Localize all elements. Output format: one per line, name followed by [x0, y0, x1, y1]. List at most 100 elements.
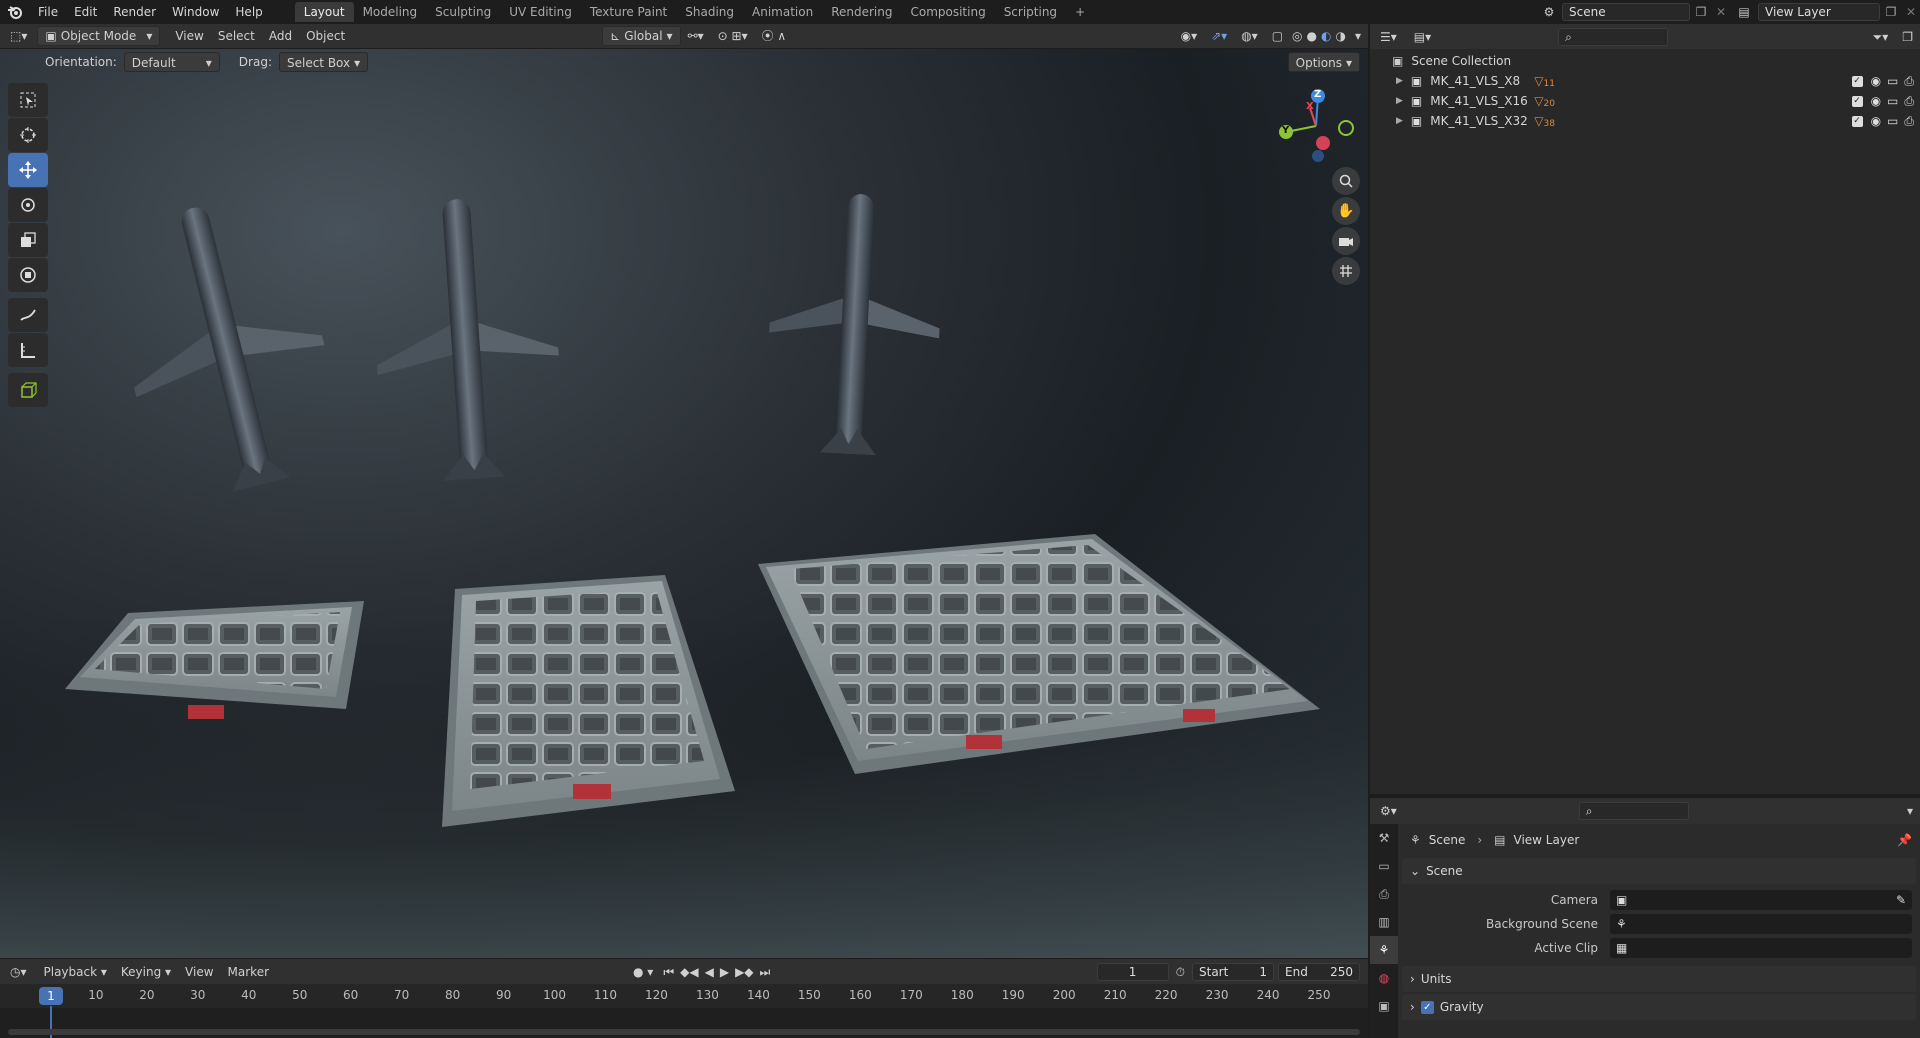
view-layer-icon[interactable]: ▤	[1730, 5, 1758, 19]
editor-type-icon[interactable]: ⬚▾	[0, 26, 37, 46]
outliner-editor-icon[interactable]: ☰▾	[1370, 27, 1407, 47]
shading-material-icon[interactable]: ◐	[1319, 26, 1333, 46]
snap-icon[interactable]: ⊙ ⊞▾	[711, 26, 755, 46]
orientation-dropdown[interactable]: Default ▾	[123, 52, 220, 72]
tab-layout[interactable]: Layout	[294, 2, 354, 22]
properties-editor-icon[interactable]: ⚙▾	[1370, 801, 1407, 821]
timeline-editor-icon[interactable]: ◷▾	[0, 962, 37, 982]
outliner-search-input[interactable]: ⌕	[1558, 27, 1669, 46]
prev-keyframe-icon[interactable]: ◆◀	[677, 962, 701, 982]
tab-modeling[interactable]: Modeling	[354, 2, 427, 22]
move-icon[interactable]	[8, 153, 48, 187]
menu-render[interactable]: Render	[105, 0, 164, 24]
add-workspace-button[interactable]: +	[1066, 2, 1094, 22]
tab-sculpting[interactable]: Sculpting	[426, 2, 500, 22]
filter-icon[interactable]: ⏷▾	[1866, 27, 1896, 47]
cursor-icon[interactable]	[8, 118, 48, 152]
timeline-area[interactable]: 10 20 30 40 50 60 70 80 90 100 110 120 130 140 150 160 1…	[0, 984, 1368, 1038]
tab-shading[interactable]: Shading	[676, 2, 743, 22]
timeline-scrollbar[interactable]	[8, 1029, 1360, 1035]
render-camera-icon[interactable]: ⎙	[1904, 94, 1914, 109]
end-frame-field[interactable]: End 250	[1278, 962, 1360, 981]
expand-arrow-icon[interactable]: ▶	[1396, 116, 1403, 126]
playhead[interactable]: 1	[39, 987, 63, 1005]
menu-file[interactable]: File	[30, 0, 66, 24]
jump-start-icon[interactable]: ⏮	[660, 962, 677, 982]
outliner-item[interactable]: ▶ ▣ MK_41_VLS_X8 ▽ 11 ✓ ◉ ▭ ⎙	[1370, 71, 1920, 91]
3d-viewport[interactable]: Z Y X ✋	[0, 49, 1368, 958]
scene-tab-icon[interactable]: ⚘	[1370, 936, 1398, 964]
gizmo-toggle-icon[interactable]: ⇗▾	[1204, 26, 1234, 46]
transform-icon[interactable]	[8, 258, 48, 292]
blender-logo-icon[interactable]	[0, 5, 30, 19]
play-icon[interactable]: ▶	[717, 962, 732, 982]
view-layer-tab-icon[interactable]: ▥	[1370, 908, 1398, 936]
tab-texture-paint[interactable]: Texture Paint	[581, 2, 676, 22]
properties-search-input[interactable]: ⌕	[1578, 802, 1689, 820]
visibility-icon[interactable]: ◉▾	[1174, 26, 1205, 46]
camera-view-icon[interactable]	[1332, 227, 1360, 255]
render-tab-icon[interactable]: ▭	[1370, 852, 1398, 880]
next-keyframe-icon[interactable]: ▶◆	[732, 962, 756, 982]
collection-tab-icon[interactable]: ▣	[1370, 992, 1398, 1020]
menu-help[interactable]: Help	[227, 0, 270, 24]
delete-view-layer-icon[interactable]: ✕	[1902, 5, 1920, 19]
measure-icon[interactable]	[8, 333, 48, 367]
view-layer-field[interactable]: View Layer	[1758, 3, 1880, 21]
eyedropper-icon[interactable]: ✎	[1896, 893, 1906, 907]
monitor-icon[interactable]: ▭	[1887, 94, 1898, 108]
background-scene-field[interactable]: ⚘	[1610, 914, 1912, 934]
properties-options-icon[interactable]: ▾	[1900, 801, 1920, 821]
eye-icon[interactable]: ◉	[1871, 74, 1881, 88]
scene-name-field[interactable]: Scene	[1562, 3, 1690, 21]
record-icon[interactable]: ● ▾	[626, 962, 660, 982]
pan-hand-icon[interactable]: ✋	[1332, 197, 1360, 225]
tool-tab-icon[interactable]: ⚒	[1370, 824, 1398, 852]
tab-scripting[interactable]: Scripting	[995, 2, 1066, 22]
menu-marker[interactable]: Marker	[221, 962, 276, 982]
menu-edit[interactable]: Edit	[66, 0, 105, 24]
overlays-icon[interactable]: ◍▾	[1234, 26, 1265, 46]
stopwatch-icon[interactable]: ⏱	[1169, 962, 1192, 982]
pin-icon[interactable]: 📌	[1897, 833, 1912, 847]
tab-rendering[interactable]: Rendering	[822, 2, 901, 22]
shading-solid-icon[interactable]: ●	[1305, 26, 1319, 46]
tab-animation[interactable]: Animation	[743, 2, 822, 22]
start-frame-field[interactable]: Start 1	[1192, 962, 1274, 981]
current-frame-field[interactable]: 1	[1096, 962, 1169, 981]
outliner-item[interactable]: ▶ ▣ MK_41_VLS_X16 ▽ 20 ✓ ◉ ▭ ⎙	[1370, 91, 1920, 111]
menu-add[interactable]: Add	[262, 26, 299, 46]
gravity-panel-header[interactable]: › ✓ Gravity	[1402, 994, 1916, 1020]
monitor-icon[interactable]: ▭	[1887, 74, 1898, 88]
annotate-icon[interactable]	[8, 298, 48, 332]
output-tab-icon[interactable]: ⎙	[1370, 880, 1398, 908]
drag-dropdown[interactable]: Select Box ▾	[278, 52, 369, 72]
scene-selector-icon[interactable]: ⚙	[1536, 5, 1562, 19]
render-camera-icon[interactable]: ⎙	[1904, 114, 1914, 129]
menu-playback[interactable]: Playback ▾	[37, 962, 114, 982]
shading-options-icon[interactable]: ▾	[1348, 26, 1368, 46]
menu-view[interactable]: View	[168, 26, 210, 46]
menu-select[interactable]: Select	[211, 26, 262, 46]
pivot-icon[interactable]: ⚯▾	[681, 26, 711, 46]
shading-rendered-icon[interactable]: ◑	[1333, 26, 1347, 46]
exclude-checkbox[interactable]: ✓	[1851, 95, 1863, 107]
menu-keying[interactable]: Keying ▾	[114, 962, 178, 982]
world-tab-icon[interactable]: ◍	[1370, 964, 1398, 992]
monitor-icon[interactable]: ▭	[1887, 114, 1898, 128]
zoom-icon[interactable]	[1332, 167, 1360, 195]
jump-end-icon[interactable]: ⏭	[757, 962, 774, 982]
exclude-checkbox[interactable]: ✓	[1851, 75, 1863, 87]
eye-icon[interactable]: ◉	[1871, 114, 1881, 128]
menu-window[interactable]: Window	[164, 0, 227, 24]
expand-arrow-icon[interactable]: ▶	[1396, 96, 1403, 106]
scale-icon[interactable]	[8, 223, 48, 257]
add-cube-icon[interactable]	[8, 373, 48, 407]
new-collection-icon[interactable]: ❐	[1895, 27, 1920, 47]
ortho-grid-icon[interactable]	[1332, 257, 1360, 285]
object-mode-dropdown[interactable]: ▣ Object Mode ▾	[37, 26, 161, 46]
exclude-checkbox[interactable]: ✓	[1851, 115, 1863, 127]
scene-panel-header[interactable]: ⌄ Scene	[1402, 858, 1916, 884]
outliner-item[interactable]: ▶ ▣ MK_41_VLS_X32 ▽ 38 ✓ ◉ ▭ ⎙	[1370, 111, 1920, 131]
select-box-icon[interactable]	[8, 83, 48, 117]
